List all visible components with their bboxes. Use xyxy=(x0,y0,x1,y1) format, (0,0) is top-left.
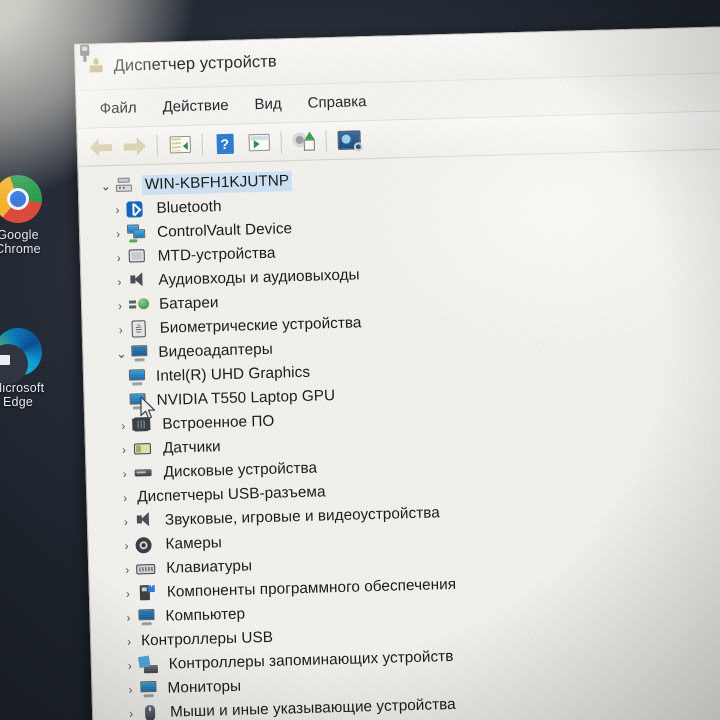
tree-item-label: Батареи xyxy=(158,294,219,313)
desktop-icon-edge[interactable]: Microsoft Edge xyxy=(0,328,70,409)
tree-item-label: Датчики xyxy=(162,438,221,457)
chrome-icon xyxy=(0,175,42,223)
tree-item-label: Видеоадаптеры xyxy=(158,340,273,361)
tree-item-label: Биометрические устройства xyxy=(159,314,362,337)
tree-item-label: Компьютер xyxy=(165,605,246,625)
update-driver-icon[interactable] xyxy=(287,126,320,157)
chevron-right-icon[interactable]: › xyxy=(110,275,128,289)
chevron-right-icon[interactable]: › xyxy=(114,419,132,433)
tree-item-label: Intel(R) UHD Graphics xyxy=(155,363,311,385)
chevron-right-icon[interactable]: › xyxy=(119,611,137,625)
tree-item-label: Bluetooth xyxy=(156,198,222,217)
keyboard-icon xyxy=(136,560,156,579)
menu-view[interactable]: Вид xyxy=(241,92,295,116)
display-adapter-icon xyxy=(130,345,148,362)
screen-photo: Google Chrome Microsoft Edge Диспетчер у… xyxy=(0,0,720,720)
scan-hardware-changes-icon[interactable] xyxy=(332,125,365,156)
edge-icon xyxy=(0,328,42,384)
tree-item-label: Камеры xyxy=(165,534,223,553)
chevron-right-icon[interactable]: › xyxy=(119,587,137,601)
chevron-right-icon[interactable]: › xyxy=(111,299,129,313)
help-icon[interactable]: ? xyxy=(208,128,241,159)
tree-item-label: Дисковые устройства xyxy=(163,459,318,481)
toolbar-separator xyxy=(325,129,328,152)
chevron-right-icon[interactable]: › xyxy=(122,707,140,720)
menu-file[interactable]: Файл xyxy=(86,96,149,121)
tree-item-label: Диспетчеры USB-разъема xyxy=(137,483,326,506)
mtd-device-icon xyxy=(128,248,148,267)
chevron-right-icon[interactable]: › xyxy=(117,515,135,529)
chevron-right-icon[interactable]: › xyxy=(115,467,133,481)
biometric-icon xyxy=(130,320,150,339)
firmware-chip-icon xyxy=(132,416,152,435)
show-hidden-devices-icon[interactable] xyxy=(242,127,275,158)
device-tree: ⌄ WIN-KBFH1KJUTNP › Bluetooth › ControlV… xyxy=(78,44,720,720)
properties-icon[interactable] xyxy=(163,129,196,160)
speaker-icon xyxy=(135,512,155,531)
computer-icon xyxy=(137,609,155,626)
menu-action[interactable]: Действие xyxy=(149,93,242,118)
chevron-right-icon[interactable]: › xyxy=(116,491,134,505)
chevron-down-icon[interactable]: ⌄ xyxy=(112,347,130,361)
tree-item-label: Встроенное ПО xyxy=(162,412,275,433)
usb-connector-icon xyxy=(80,44,90,62)
tree-item-label: NVIDIA T550 Laptop GPU xyxy=(156,387,336,409)
menu-help[interactable]: Справка xyxy=(294,90,379,115)
toolbar-separator xyxy=(201,133,204,156)
back-arrow-icon[interactable] xyxy=(84,131,117,162)
sensor-icon xyxy=(133,440,153,459)
chevron-right-icon[interactable]: › xyxy=(121,659,139,673)
tree-item-label: Контроллеры USB xyxy=(140,628,274,650)
chevron-right-icon[interactable]: › xyxy=(110,251,128,265)
desktop-icon-chrome-label: Google Chrome xyxy=(0,228,41,256)
tree-item-label: ControlVault Device xyxy=(156,220,293,241)
chevron-right-icon[interactable]: › xyxy=(118,563,136,577)
chevron-right-icon[interactable]: › xyxy=(109,227,127,241)
display-adapter-icon xyxy=(128,393,146,410)
display-adapter-icon xyxy=(128,369,146,386)
window-title: Диспетчер устройств xyxy=(113,52,278,75)
camera-icon xyxy=(135,536,155,555)
speaker-icon xyxy=(128,272,148,291)
device-manager-icon xyxy=(87,58,104,75)
device-manager-window: Диспетчер устройств Файл Действие Вид Сп… xyxy=(74,25,720,720)
chevron-down-icon[interactable]: ⌄ xyxy=(97,179,115,193)
desktop-icon-edge-label: Microsoft Edge xyxy=(0,381,45,409)
mouse-icon xyxy=(140,704,160,720)
toolbar-separator xyxy=(156,134,159,157)
toolbar-separator xyxy=(280,130,283,153)
tree-item-label: Клавиатуры xyxy=(165,557,253,577)
tree-item-label: Мыши и иные указывающие устройства xyxy=(169,695,456,720)
bluetooth-icon xyxy=(126,200,146,219)
tree-item-label: Мониторы xyxy=(167,677,242,697)
computer-node-icon xyxy=(115,176,135,195)
software-component-icon xyxy=(137,584,157,603)
chevron-right-icon[interactable]: › xyxy=(115,443,133,457)
disk-drive-icon xyxy=(133,464,153,483)
tree-item-label: MTD-устройства xyxy=(157,244,276,265)
storage-controller-icon xyxy=(137,655,159,675)
chevron-right-icon[interactable]: › xyxy=(117,539,135,553)
controlvault-icon xyxy=(126,224,147,243)
battery-icon xyxy=(128,296,150,315)
chevron-right-icon[interactable]: › xyxy=(121,683,139,697)
tree-item-label: Аудиовходы и аудиовыходы xyxy=(158,266,360,289)
chevron-right-icon[interactable]: › xyxy=(108,203,126,217)
chevron-right-icon[interactable]: › xyxy=(120,635,138,649)
chevron-right-icon[interactable]: › xyxy=(112,323,130,337)
tree-root-label: WIN-KBFH1KJUTNP xyxy=(141,171,293,196)
desktop-icon-chrome[interactable]: Google Chrome xyxy=(0,175,70,256)
monitor-icon xyxy=(139,681,157,698)
forward-arrow-icon[interactable] xyxy=(118,130,151,161)
